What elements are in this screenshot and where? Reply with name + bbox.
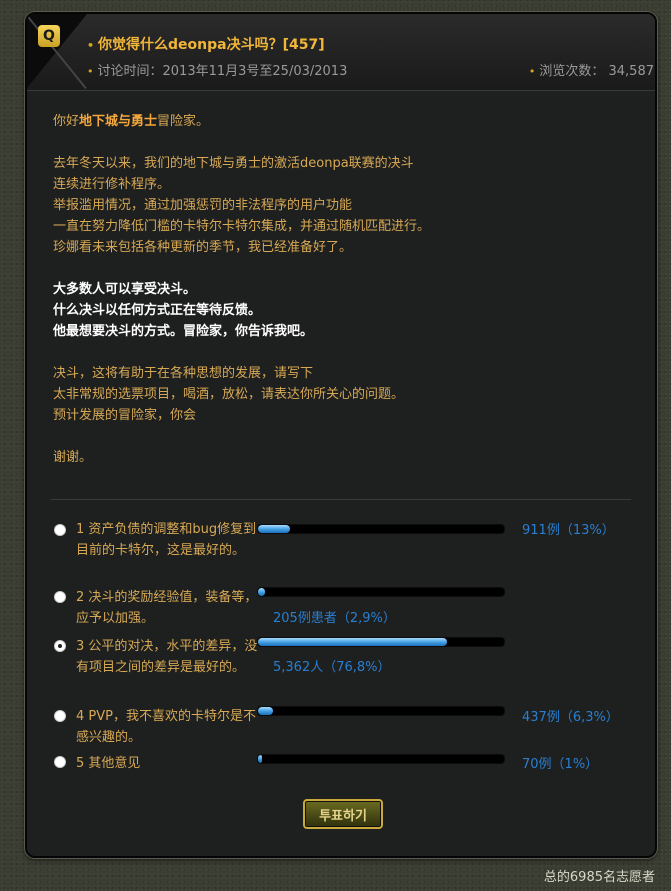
option-label[interactable]: 1 资产负债的调整和bug修复到目前的卡特尔，这是最好的。 bbox=[76, 519, 261, 561]
result-text: 437例（6,3%） bbox=[522, 710, 619, 725]
question-icon: Q bbox=[38, 25, 60, 47]
result-bar bbox=[257, 637, 505, 647]
divider bbox=[51, 499, 631, 500]
option-radio[interactable] bbox=[54, 591, 66, 603]
bullet-icon: • bbox=[87, 65, 94, 78]
result-text: 5,362人（76,8%） bbox=[273, 660, 391, 675]
thanks: 谢谢。 bbox=[53, 450, 93, 465]
option-label[interactable]: 5 其他意见 bbox=[76, 753, 261, 774]
view-count: • 浏览次数： 34,587 bbox=[528, 64, 654, 79]
option-label[interactable]: 3 公平的对决，水平的差异，没有项目之间的差异是最好的。 bbox=[76, 636, 261, 678]
poll-panel: Q • 你觉得什么deonpa决斗吗？[457] • 讨论时间：2013年11月3号… bbox=[25, 12, 657, 858]
option-radio[interactable] bbox=[54, 756, 66, 768]
request-paragraph: 决斗，这将有助于在各种思想的发展，请写下 太非常规的选票项目，喝酒，放松，请表达… bbox=[53, 366, 405, 423]
poll-header: Q • 你觉得什么deonpa决斗吗？[457] • 讨论时间：2013年11月3号… bbox=[27, 14, 655, 91]
poll-description: 你好地下城与勇士冒险家。 去年冬天以来，我们的地下城与勇士的激活deonpa联赛… bbox=[53, 111, 633, 489]
option-radio[interactable] bbox=[54, 710, 66, 722]
option-radio[interactable] bbox=[54, 640, 66, 652]
bullet-icon: • bbox=[528, 65, 536, 78]
result-bar-fill bbox=[258, 707, 274, 715]
option-radio[interactable] bbox=[54, 524, 66, 536]
result-bar-fill bbox=[258, 525, 290, 533]
result-bar-fill bbox=[258, 588, 266, 596]
emphasis-paragraph: 大多数人可以享受决斗。 什么决斗以任何方式正在等待反馈。 他最想要决斗的方式。冒… bbox=[53, 282, 314, 339]
bullet-icon: • bbox=[87, 39, 95, 52]
discussion-period: • 讨论时间：2013年11月3号至25/03/2013 bbox=[87, 64, 348, 79]
result-bar bbox=[257, 754, 505, 764]
option-label[interactable]: 2 决斗的奖励经验值，装备等，应予以加强。 bbox=[76, 587, 261, 629]
option-label[interactable]: 4 PVP，我不喜欢的卡特尔是不感兴趣的。 bbox=[76, 706, 261, 748]
result-text: 911例（13%） bbox=[522, 523, 615, 538]
result-bar bbox=[257, 524, 505, 534]
result-bar-fill bbox=[258, 755, 262, 763]
result-text: 70例（1%） bbox=[522, 757, 599, 772]
result-bar bbox=[257, 587, 505, 597]
result-bar bbox=[257, 706, 505, 716]
result-bar-fill bbox=[258, 638, 447, 646]
greeting: 你好地下城与勇士冒险家。 bbox=[53, 114, 210, 129]
vote-button[interactable]: 투표하기 bbox=[303, 799, 383, 829]
result-text: 205例患者（2,9%） bbox=[273, 611, 396, 626]
poll-title: • 你觉得什么deonpa决斗吗？[457] bbox=[87, 37, 325, 53]
total-participants: 总的6985名志愿者 bbox=[543, 870, 655, 885]
intro-paragraph: 去年冬天以来，我们的地下城与勇士的激活deonpa联赛的决斗 连续进行修补程序。… bbox=[53, 156, 431, 255]
